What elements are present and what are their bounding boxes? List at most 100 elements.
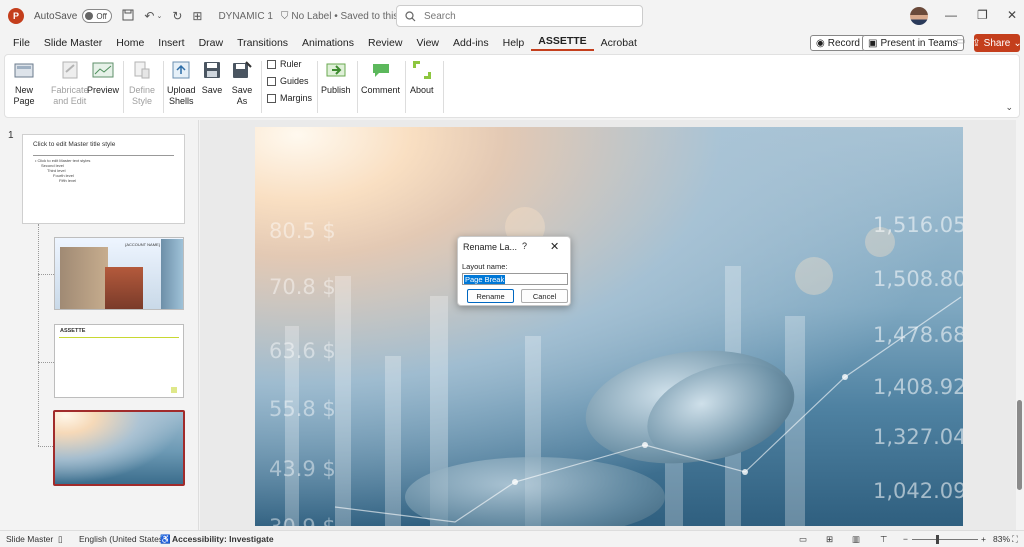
index-value: 1,508.80 — [873, 267, 963, 291]
publish-button[interactable]: Publish — [321, 59, 351, 96]
search-placeholder: Search — [424, 10, 456, 22]
layout-connector — [38, 362, 54, 363]
tab-acrobat[interactable]: Acrobat — [594, 37, 644, 49]
tab-slide-master[interactable]: Slide Master — [37, 37, 109, 49]
label-status[interactable]: ⛉ No Label • Saved to this PC — [281, 11, 415, 22]
customize-toolbar-icon[interactable]: ⊞ — [192, 9, 202, 23]
comments-icon[interactable]: ▭ — [956, 36, 965, 47]
slide-sorter-icon[interactable]: ⊞ — [826, 534, 833, 545]
restore-icon[interactable]: ❐ — [977, 8, 988, 22]
index-value: 1,042.09 — [873, 479, 963, 503]
teams-icon: ▣ — [868, 37, 878, 49]
about-label: About — [410, 85, 434, 95]
tab-home[interactable]: Home — [109, 37, 151, 49]
slide-editor-canvas[interactable]: 80.5 $ 70.8 $ 63.6 $ 55.8 $ 43.9 $ 30.9 … — [200, 120, 1016, 530]
tab-add-ins[interactable]: Add-ins — [446, 37, 496, 49]
layout-name-label: Layout name: — [462, 262, 508, 271]
checkbox-box — [267, 76, 276, 86]
master-body-line: Fifth level — [59, 178, 77, 183]
save-as-button[interactable]: Save As — [231, 59, 253, 107]
fabricate-label: Fabricate and Edit — [51, 85, 89, 106]
powerpoint-logo-icon: P — [8, 8, 24, 24]
fabricate-icon — [59, 59, 81, 81]
cancel-button[interactable]: Cancel — [521, 289, 568, 303]
shield-icon: ⛉ — [280, 10, 289, 22]
tab-animations[interactable]: Animations — [295, 37, 361, 49]
save-button[interactable]: Save — [201, 59, 223, 96]
tab-transitions[interactable]: Transitions — [230, 37, 295, 49]
close-icon[interactable]: ✕ — [1007, 8, 1017, 22]
zoom-out-icon[interactable]: − — [903, 534, 908, 544]
share-icon: ⇪ — [972, 37, 981, 49]
accessibility-status[interactable]: Accessibility: Investigate — [172, 534, 274, 544]
fit-to-window-icon[interactable]: ⛶ — [1012, 534, 1018, 545]
layout-thumbnail-page-break-selected[interactable] — [53, 410, 185, 486]
upload-icon — [170, 59, 192, 81]
scrollbar-thumb[interactable] — [1017, 400, 1022, 490]
building-image — [161, 239, 183, 309]
reading-view-icon[interactable]: ▥ — [852, 534, 860, 545]
vertical-scrollbar[interactable] — [1016, 120, 1024, 530]
notes-icon[interactable]: ▯ — [58, 534, 63, 545]
preview-icon — [92, 59, 114, 81]
price-label: 30.9 $ — [269, 515, 336, 526]
view-name: Slide Master — [6, 534, 54, 544]
record-button[interactable]: ◉ Record — [810, 35, 866, 51]
document-title: DYNAMIC 1 — [218, 10, 273, 22]
layout-thumbnail-cover[interactable]: {ACCOUNT NAME} — [54, 237, 184, 310]
zoom-in-icon[interactable]: + — [981, 534, 986, 544]
minimize-icon[interactable]: — — [945, 8, 957, 22]
tab-review[interactable]: Review — [361, 37, 409, 49]
ribbon-divider — [357, 61, 358, 113]
tab-insert[interactable]: Insert — [151, 37, 191, 49]
price-label: 43.9 $ — [269, 457, 336, 481]
fabricate-edit-button[interactable]: Fabricate and Edit — [51, 59, 89, 107]
publish-icon — [325, 59, 347, 81]
share-button[interactable]: ⇪ Share ⌄ — [972, 34, 1022, 52]
tab-help[interactable]: Help — [496, 37, 532, 49]
publish-label: Publish — [321, 85, 351, 95]
save-icon[interactable] — [122, 9, 134, 24]
undo-icon[interactable]: ↶ — [144, 9, 154, 23]
slideshow-icon[interactable]: ⊤ — [880, 534, 887, 545]
autosave-toggle[interactable]: Off — [82, 9, 113, 23]
present-in-teams-button[interactable]: ▣ Present in Teams — [862, 35, 964, 51]
redo-icon[interactable]: ↻ — [172, 9, 182, 23]
cancel-label: Cancel — [532, 291, 557, 301]
slide-background-image[interactable]: 80.5 $ 70.8 $ 63.6 $ 55.8 $ 43.9 $ 30.9 … — [255, 127, 963, 526]
price-label: 70.8 $ — [269, 275, 336, 299]
language-status[interactable]: English (United States) — [79, 534, 166, 544]
ruler-checkbox[interactable]: Ruler — [267, 59, 302, 69]
collapse-ribbon-icon[interactable]: ⌄ — [1005, 102, 1013, 113]
upload-shells-label: Upload Shells — [167, 85, 196, 106]
guides-checkbox[interactable]: Guides — [267, 76, 309, 86]
ribbon-divider — [405, 61, 406, 113]
preview-button[interactable]: Preview — [87, 59, 119, 96]
define-style-button[interactable]: Define Style — [129, 59, 155, 107]
help-icon[interactable]: ? — [522, 241, 527, 251]
dialog-close-icon[interactable]: ✕ — [550, 240, 559, 253]
undo-dropdown-icon[interactable]: ⌄ — [156, 12, 162, 20]
zoom-slider-thumb[interactable] — [936, 535, 939, 544]
tab-file[interactable]: File — [0, 37, 37, 49]
master-slide-thumbnail[interactable]: Click to edit Master title style • Click… — [22, 134, 185, 224]
tab-draw[interactable]: Draw — [192, 37, 231, 49]
zoom-level[interactable]: 83% — [993, 534, 1010, 544]
search-input[interactable]: Search — [396, 5, 643, 27]
margins-checkbox[interactable]: Margins — [267, 93, 312, 103]
upload-shells-button[interactable]: Upload Shells — [167, 59, 196, 107]
tab-view[interactable]: View — [409, 37, 446, 49]
rename-layout-dialog: Rename La... ? ✕ Layout name: Page Break… — [457, 236, 571, 306]
about-button[interactable]: About — [410, 59, 434, 96]
rename-button[interactable]: Rename — [467, 289, 514, 303]
layout-thumbnail-content[interactable]: ASSETTE — [54, 324, 184, 398]
search-icon — [405, 10, 416, 21]
comment-button[interactable]: Comment — [361, 59, 400, 96]
normal-view-icon[interactable]: ▭ — [799, 534, 807, 545]
zoom-slider[interactable] — [912, 539, 978, 540]
user-avatar[interactable] — [910, 7, 928, 25]
guides-label: Guides — [280, 76, 309, 86]
tab-assette[interactable]: ASSETTE — [531, 35, 594, 51]
layout-name-input[interactable]: Page Break — [462, 273, 568, 285]
new-page-button[interactable]: New Page — [13, 59, 35, 107]
